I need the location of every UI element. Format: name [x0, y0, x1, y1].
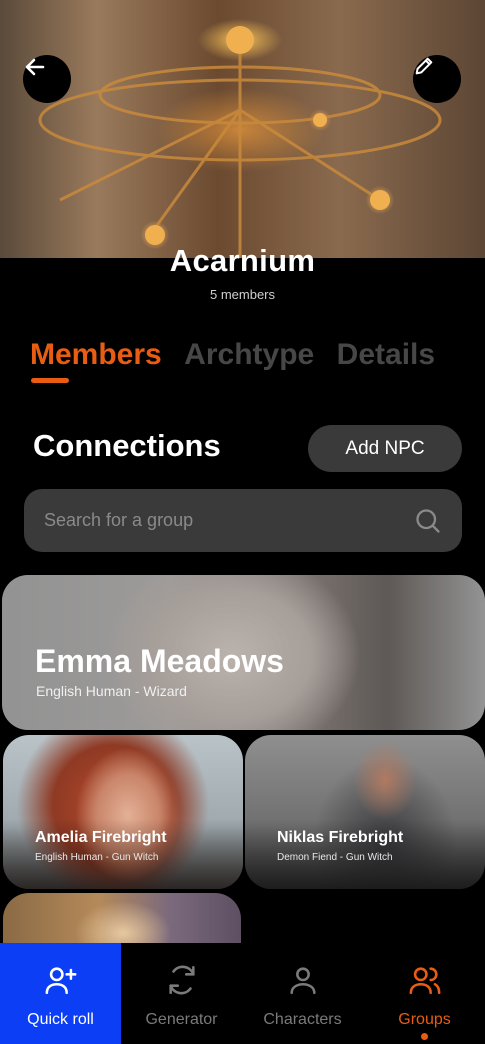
nav-label: Characters: [263, 1011, 342, 1028]
active-indicator-dot: [421, 1033, 428, 1040]
chandelier-artwork: [38, 26, 442, 258]
nav-label: Generator: [145, 1011, 218, 1028]
refresh-icon: [168, 965, 195, 995]
member-description: English Human - Gun Witch: [35, 852, 159, 863]
member-description: Demon Fiend - Gun Witch: [277, 852, 393, 863]
member-card-emma-meadows[interactable]: Emma Meadows English Human - Wizard: [2, 575, 485, 730]
nav-label: Groups: [398, 1011, 451, 1028]
nav-generator[interactable]: Generator: [121, 943, 242, 1044]
users-icon: [409, 967, 440, 995]
search-icon[interactable]: [414, 507, 442, 535]
bottom-nav: Quick roll Generator Characters Groups: [0, 943, 485, 1044]
tab-bar: Members Archtype Details: [30, 338, 453, 388]
member-description: English Human - Wizard: [36, 683, 187, 699]
add-npc-button[interactable]: Add NPC: [308, 425, 462, 472]
nav-quick-roll[interactable]: Quick roll: [0, 943, 121, 1044]
tab-details[interactable]: Details: [337, 338, 435, 372]
member-name: Emma Meadows: [35, 643, 284, 679]
tab-members[interactable]: Members: [30, 338, 162, 372]
search-bar: [24, 489, 462, 552]
tab-archtype[interactable]: Archtype: [184, 338, 314, 372]
active-tab-indicator: [31, 378, 69, 383]
pencil-icon: [415, 57, 433, 75]
group-title: Acarnium: [169, 243, 316, 278]
user-icon: [289, 967, 316, 995]
nav-groups[interactable]: Groups: [364, 943, 485, 1044]
arrow-left-icon: [25, 58, 45, 76]
user-plus-icon: [45, 967, 76, 995]
group-cover-image: [0, 0, 485, 258]
member-card-amelia-firebright[interactable]: Amelia Firebright English Human - Gun Wi…: [3, 735, 243, 889]
nav-label: Quick roll: [27, 1011, 94, 1028]
edit-button[interactable]: [413, 55, 461, 103]
back-button[interactable]: [23, 55, 71, 103]
nav-characters[interactable]: Characters: [242, 943, 363, 1044]
connections-heading: Connections: [33, 428, 221, 463]
member-name: Amelia Firebright: [35, 829, 167, 846]
search-input[interactable]: [44, 510, 414, 531]
member-name: Niklas Firebright: [277, 829, 404, 846]
member-count: 5 members: [209, 287, 276, 302]
member-card-niklas-firebright[interactable]: Niklas Firebright Demon Fiend - Gun Witc…: [245, 735, 485, 889]
